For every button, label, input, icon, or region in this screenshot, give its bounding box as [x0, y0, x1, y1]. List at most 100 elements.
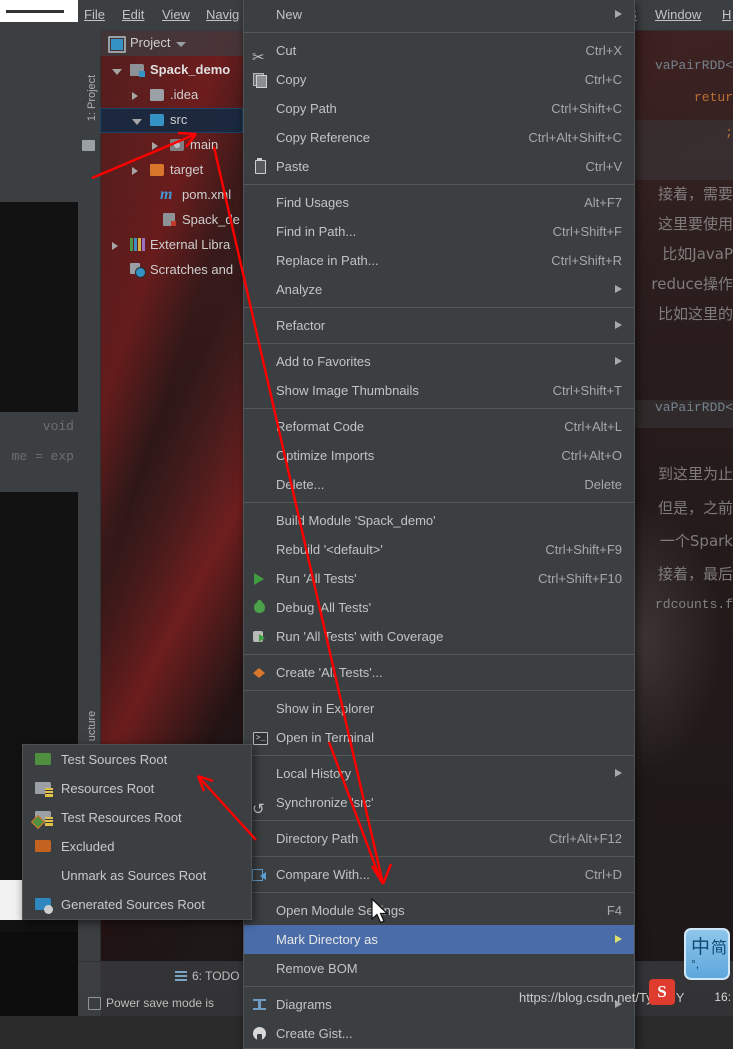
menu-item-directory-path[interactable]: Directory Path Ctrl+Alt+F12: [244, 824, 634, 853]
menu-item-debug-all-tests[interactable]: Debug 'All Tests': [244, 593, 634, 622]
menu-item-label: Remove BOM: [276, 961, 358, 976]
menu-item-copy-reference[interactable]: Copy Reference Ctrl+Alt+Shift+C: [244, 123, 634, 152]
editor-comment-line: 到这里为止: [657, 465, 733, 483]
tree-node-idea[interactable]: .idea: [100, 83, 243, 108]
menu-item-remove-bom[interactable]: Remove BOM: [244, 954, 634, 983]
editor-comment-line: 这里要使用: [657, 215, 733, 233]
project-header[interactable]: Project: [100, 30, 243, 56]
chevron-right-icon[interactable]: [132, 167, 138, 175]
menu-item-create-gist[interactable]: Create Gist...: [244, 1019, 634, 1048]
menu-window[interactable]: Window: [655, 7, 701, 22]
menu-item-shortcut: F4: [606, 903, 622, 918]
menu-item-optimize-imports[interactable]: Optimize Imports Ctrl+Alt+O: [244, 441, 634, 470]
menu-item-rebuild-default[interactable]: Rebuild '<default>' Ctrl+Shift+F9: [244, 535, 634, 564]
menu-item-open-module-settings[interactable]: Open Module Settings F4: [244, 896, 634, 925]
bg-row: [0, 82, 78, 143]
menu-item-refactor[interactable]: Refactor: [244, 311, 634, 340]
coverage-icon: [252, 629, 268, 644]
bg-dark: [0, 202, 78, 412]
menu-item-copy[interactable]: Copy Ctrl+C: [244, 65, 634, 94]
menu-item-synchronize-src[interactable]: ↺ Synchronize 'src': [244, 788, 634, 817]
menu-item-find-in-path[interactable]: Find in Path... Ctrl+Shift+F: [244, 217, 634, 246]
menu-item-label: Debug 'All Tests': [276, 600, 372, 615]
copy-icon: [252, 72, 268, 88]
tree-node-spack-demo[interactable]: Spack_demo: [100, 58, 243, 83]
terminal-icon: >_: [252, 730, 268, 745]
chevron-down-icon[interactable]: [112, 69, 122, 75]
tree-node-spack-de[interactable]: Spack_de: [100, 208, 243, 233]
menu-item-label: Reformat Code: [276, 419, 365, 434]
submenu-item-resources-root[interactable]: Resources Root: [23, 774, 251, 803]
menu-file[interactable]: File: [84, 7, 105, 22]
project-tree[interactable]: Spack_demo .idea src main target m pom.xml Spac…: [100, 58, 243, 283]
stripe-button-project[interactable]: 1: Project: [86, 56, 98, 140]
folder-orange-icon: [150, 164, 164, 176]
menu-edit[interactable]: Edit: [122, 7, 144, 22]
bg-code-line: me = exp: [11, 449, 74, 464]
menu-item-find-usages[interactable]: Find Usages Alt+F7: [244, 188, 634, 217]
menu-item-delete[interactable]: Delete... Delete: [244, 470, 634, 499]
menu-item-compare-with[interactable]: Compare With... Ctrl+D: [244, 860, 634, 889]
sogou-ime-icon[interactable]: S: [649, 979, 675, 1005]
menu-item-run-all-tests[interactable]: Run 'All Tests' Ctrl+Shift+F10: [244, 564, 634, 593]
menu-item-mark-directory-as[interactable]: Mark Directory as: [244, 925, 634, 954]
tree-node-src[interactable]: src: [100, 108, 243, 133]
editor-code-line: vaPairRDD<: [654, 58, 733, 73]
menu-item-label: Synchronize 'src': [276, 795, 374, 810]
menu-window-label: Window: [655, 7, 702, 22]
submenu-item-generated-sources-root[interactable]: Generated Sources Root: [23, 890, 251, 919]
submenu-item-unmark-as-sources-root[interactable]: Unmark as Sources Root: [23, 861, 251, 890]
menu-item-paste[interactable]: Paste Ctrl+V: [244, 152, 634, 181]
menu-item-show-in-explorer[interactable]: Show in Explorer: [244, 694, 634, 723]
tree-node-scratches-and[interactable]: Scratches and: [100, 258, 243, 283]
tree-node-external-libra[interactable]: External Libra: [100, 233, 243, 258]
tree-node-label: main: [190, 137, 219, 152]
chevron-right-icon[interactable]: [152, 142, 158, 150]
chevron-right-icon[interactable]: [132, 92, 138, 100]
menu-separator: [244, 856, 634, 857]
submenu-item-test-sources-root[interactable]: Test Sources Root: [23, 745, 251, 774]
editor-comment-line: 但是，之前: [657, 499, 733, 517]
debug-icon: [252, 600, 268, 615]
todo-button[interactable]: 6: TODO: [192, 969, 240, 983]
menu-item-build-module-spack-demo[interactable]: Build Module 'Spack_demo': [244, 506, 634, 535]
menu-item-create-all-tests[interactable]: Create 'All Tests'...: [244, 658, 634, 687]
menu-navigate[interactable]: Navig: [206, 7, 239, 22]
menu-item-label: Copy: [276, 72, 307, 87]
chevron-right-icon[interactable]: [112, 242, 118, 250]
menu-item-label: Paste: [276, 159, 310, 174]
chevron-right-icon: [615, 769, 622, 777]
menu-item-reformat-code[interactable]: Reformat Code Ctrl+Alt+L: [244, 412, 634, 441]
menu-item-replace-in-path[interactable]: Replace in Path... Ctrl+Shift+R: [244, 246, 634, 275]
menu-item-copy-path[interactable]: Copy Path Ctrl+Shift+C: [244, 94, 634, 123]
folder-blue-icon: [150, 114, 164, 126]
tree-node-main[interactable]: main: [100, 133, 243, 158]
chevron-down-icon[interactable]: [176, 42, 186, 47]
ime-widget[interactable]: 中 简 °,: [684, 928, 730, 980]
editor-comment-line: 一个Spark: [659, 532, 733, 550]
menu-help[interactable]: H: [722, 7, 731, 22]
menu-edit-label: Edit: [122, 7, 145, 22]
submenu-item-test-resources-root[interactable]: Test Resources Root: [23, 803, 251, 832]
submenu-item-excluded[interactable]: Excluded: [23, 832, 251, 861]
ime-punctuation: °,: [691, 957, 700, 971]
menu-item-run-all-tests-with-coverage[interactable]: Run 'All Tests' with Coverage: [244, 622, 634, 651]
chevron-down-icon[interactable]: [132, 119, 142, 125]
menu-item-analyze[interactable]: Analyze: [244, 275, 634, 304]
menu-item-local-history[interactable]: Local History: [244, 759, 634, 788]
menu-item-new[interactable]: New: [244, 0, 634, 29]
menu-item-cut[interactable]: ✂ Cut Ctrl+X: [244, 36, 634, 65]
menu-item-show-image-thumbnails[interactable]: Show Image Thumbnails Ctrl+Shift+T: [244, 376, 634, 405]
context-menu[interactable]: New ✂ Cut Ctrl+X Copy Ctrl+C Copy Path Ctrl+Shi…: [243, 0, 635, 1049]
menu-item-open-in-terminal[interactable]: >_ Open in Terminal: [244, 723, 634, 752]
tree-node-target[interactable]: target: [100, 158, 243, 183]
power-save-checkbox[interactable]: [88, 997, 101, 1010]
scissors-icon: ✂: [252, 49, 265, 66]
tree-node-label: target: [170, 162, 204, 177]
compare-icon: [252, 867, 268, 882]
mark-directory-as-submenu[interactable]: Test Sources Root Resources Root Test Reso…: [22, 744, 252, 920]
ide-window: void me = exp vaPairRDD< retur; vaPairRDD<…: [0, 0, 733, 1049]
menu-view[interactable]: View: [162, 7, 190, 22]
menu-item-add-to-favorites[interactable]: Add to Favorites: [244, 347, 634, 376]
tree-node-pom-xml[interactable]: m pom.xml: [100, 183, 243, 208]
